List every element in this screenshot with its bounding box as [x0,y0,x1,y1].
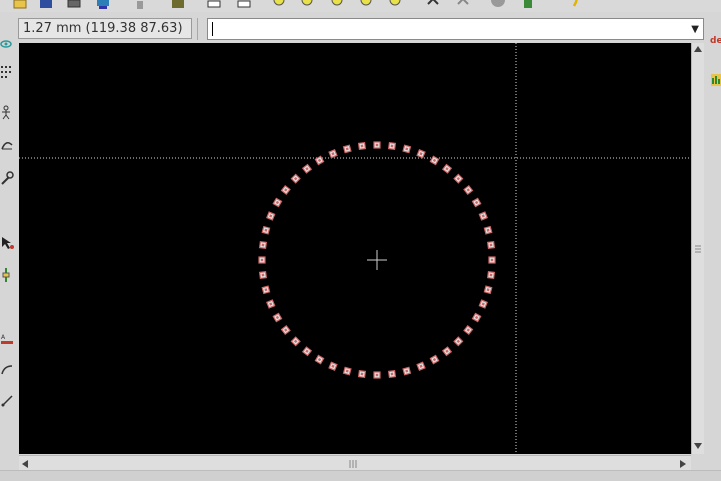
pad[interactable] [483,225,493,235]
pad[interactable] [402,144,412,154]
pad[interactable] [488,256,496,264]
pad[interactable] [441,163,453,174]
help-icon[interactable] [566,0,582,10]
pad[interactable] [290,336,301,347]
zoom-selection-icon[interactable] [388,0,404,10]
pad[interactable] [471,197,482,208]
undo-icon[interactable] [132,0,148,10]
scroll-up-icon[interactable] [694,46,702,52]
rotate-ccw-icon[interactable] [455,0,471,10]
pad[interactable] [280,324,291,336]
arc-icon[interactable] [0,362,16,378]
pad[interactable] [486,270,496,280]
pad[interactable] [261,285,271,295]
open-icon[interactable] [12,0,28,10]
svg-text:A: A [1,334,6,341]
print-icon[interactable] [66,0,82,10]
footprint-icon[interactable] [170,0,186,10]
horizontal-scrollbar[interactable] [19,455,691,470]
text-icon[interactable]: A [0,332,16,348]
net-selector-combo[interactable]: ▼ [207,18,704,40]
select-icon[interactable] [0,235,16,251]
pad[interactable] [387,369,397,379]
pad[interactable] [272,197,283,208]
wrench-icon[interactable] [0,170,16,186]
pad[interactable] [483,285,493,295]
zoom-fit-icon[interactable] [359,0,375,10]
polar-coord-icon[interactable] [0,137,16,153]
pad[interactable] [387,141,397,151]
pcb-drawing[interactable] [19,43,691,454]
pad[interactable] [280,184,291,196]
scroll-left-icon[interactable] [22,460,28,468]
pad[interactable] [478,299,488,309]
pad[interactable] [453,336,464,347]
zoom-redraw-icon[interactable] [330,0,346,10]
pad[interactable] [463,324,474,336]
status-toolbar: 1.27 mm (119.38 87.63) ▼ [0,16,721,42]
pad[interactable] [266,299,276,309]
via-icon[interactable] [0,267,16,283]
origin-marker [367,250,387,270]
pad[interactable] [416,361,426,371]
scroll-right-icon[interactable] [680,460,686,468]
pad[interactable] [328,149,338,159]
save-icon[interactable] [38,0,54,10]
plot-icon[interactable] [95,0,111,10]
pad[interactable] [453,173,464,184]
layer-toggle-icon[interactable] [710,72,721,92]
pad[interactable] [301,346,313,357]
visibility-icon[interactable] [0,36,16,52]
zoom-status-display: 1.27 mm (119.38 87.63) [18,18,192,39]
layer-icon[interactable] [206,0,222,10]
zoom-out-icon[interactable] [300,0,316,10]
ratsnest-icon[interactable] [0,104,16,120]
right-panel: de [704,16,721,456]
pad[interactable] [357,141,367,151]
scroll-thumb-grip[interactable] [695,245,701,253]
zoom-in-icon[interactable] [272,0,288,10]
grid-icon[interactable] [0,64,16,80]
status-bar [0,470,721,481]
pad[interactable] [342,366,352,376]
pad[interactable] [441,346,453,357]
pad[interactable] [463,184,474,196]
pad[interactable] [342,144,352,154]
right-panel-label: de [710,36,721,46]
pad[interactable] [416,149,426,159]
pad[interactable] [373,371,381,379]
netlist-icon[interactable] [236,0,252,10]
pad[interactable] [272,312,283,323]
pad[interactable] [266,211,276,221]
pad[interactable] [402,366,412,376]
pad[interactable] [258,270,268,280]
pad[interactable] [258,240,268,250]
pad[interactable] [301,163,313,174]
pad[interactable] [486,240,496,250]
chevron-down-icon[interactable]: ▼ [691,24,699,35]
left-toolbar: A [0,40,18,458]
pad[interactable] [357,369,367,379]
pad[interactable] [314,354,325,365]
drc-icon[interactable] [520,0,536,10]
scroll-thumb-grip[interactable] [349,460,357,468]
pcb-canvas[interactable] [19,43,691,454]
main-toolbar [0,0,721,12]
pad[interactable] [478,211,488,221]
line-icon[interactable] [0,392,16,408]
stop-icon[interactable] [490,0,506,10]
pad[interactable] [261,225,271,235]
scroll-down-icon[interactable] [694,443,702,449]
rotate-icon[interactable] [425,0,441,10]
pad[interactable] [471,312,482,323]
pad[interactable] [429,155,440,166]
text-caret [212,22,213,36]
pad[interactable] [328,361,338,371]
pad[interactable] [373,141,381,149]
pad[interactable] [429,354,440,365]
vertical-scrollbar[interactable] [691,43,704,454]
pad[interactable] [258,256,266,264]
pad[interactable] [290,173,301,184]
toolbar-separator [197,18,198,40]
